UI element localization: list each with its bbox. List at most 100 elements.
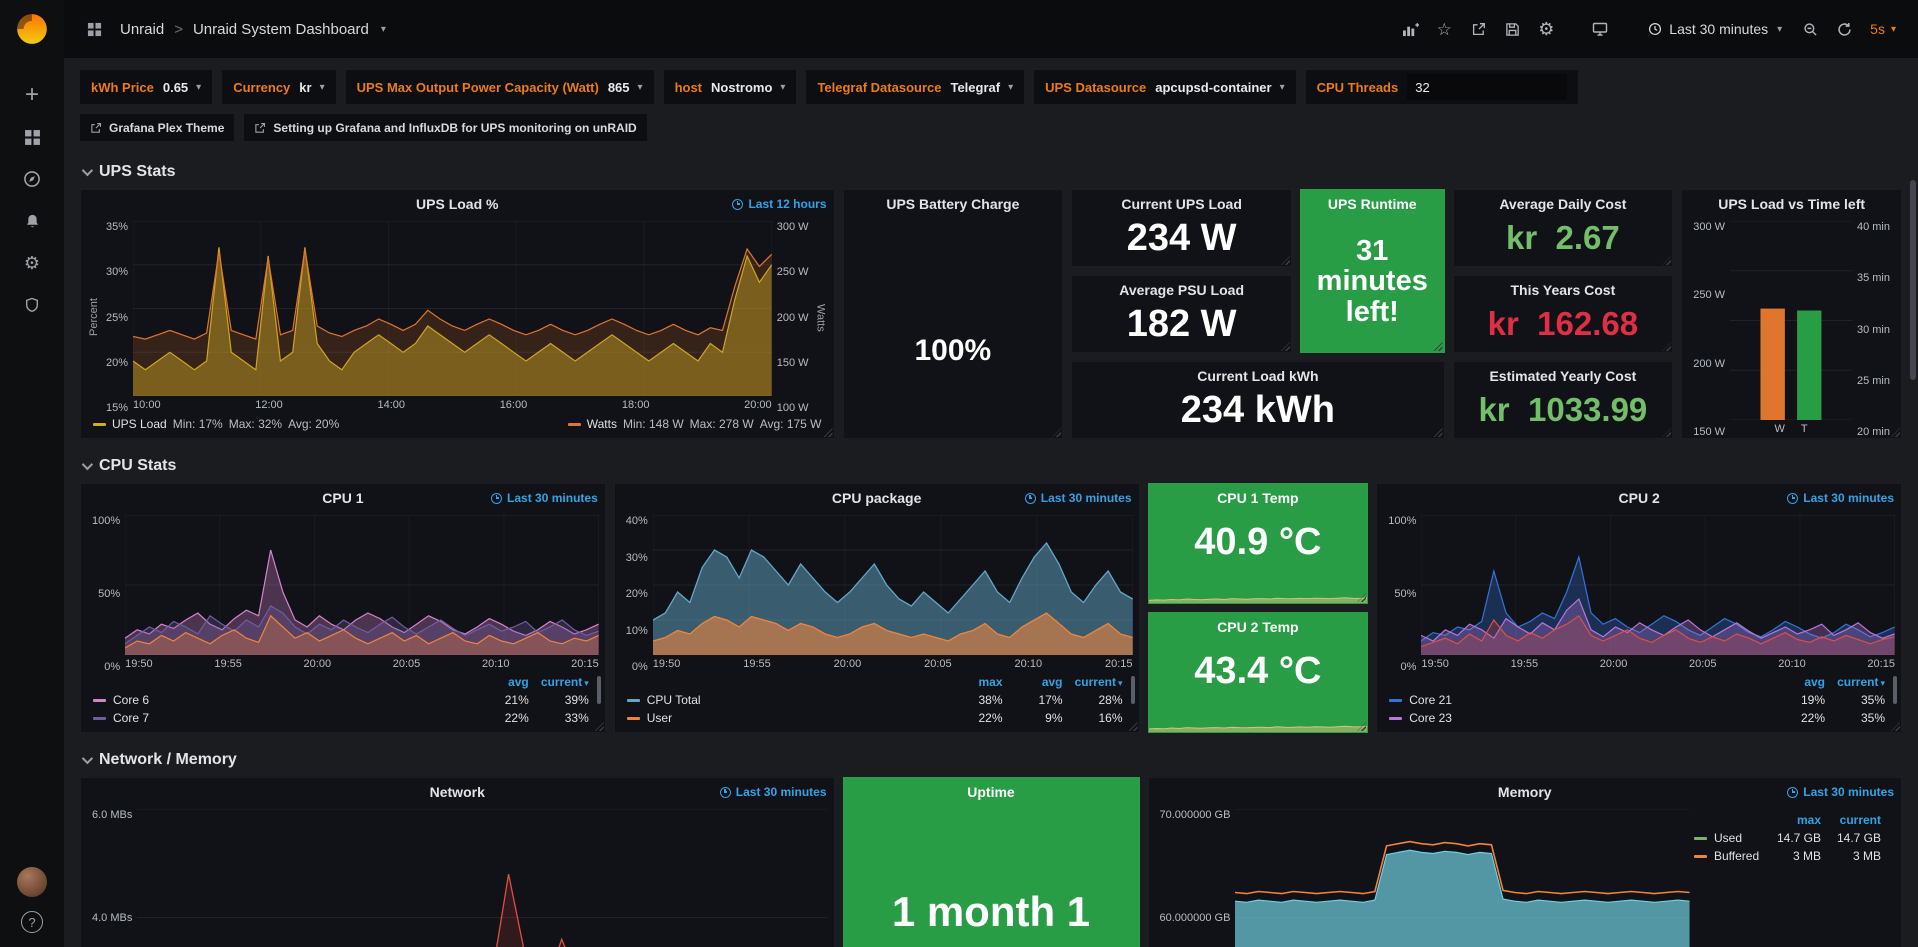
legend-sort-avg[interactable]: avg bbox=[469, 675, 529, 689]
panel-title[interactable]: UPS Load vs Time left bbox=[1718, 196, 1865, 212]
link-ups-monitoring-guide[interactable]: Setting up Grafana and InfluxDB for UPS … bbox=[244, 114, 646, 141]
apps-grid-icon[interactable] bbox=[78, 12, 110, 46]
section-ups-stats[interactable]: UPS Stats bbox=[80, 155, 1902, 189]
refresh-icon[interactable] bbox=[1828, 12, 1860, 46]
panel-title[interactable]: Memory bbox=[1498, 784, 1552, 800]
navbar: Unraid > Unraid System Dashboard ▾ ☆ bbox=[64, 0, 1918, 58]
variable-value-dropdown[interactable]: Nostromo▾ bbox=[711, 80, 785, 95]
user-avatar[interactable] bbox=[17, 867, 47, 897]
legend-series-toggle[interactable]: User bbox=[627, 711, 943, 725]
explore-compass-icon[interactable] bbox=[10, 158, 54, 200]
legend-sort-max[interactable]: max bbox=[1761, 813, 1821, 827]
panel-title[interactable]: Average PSU Load bbox=[1119, 282, 1244, 298]
legend-series-toggle[interactable]: CPU Total bbox=[627, 693, 943, 707]
breadcrumb-org[interactable]: Unraid bbox=[120, 21, 164, 38]
x-axis: 19:50 19:55 20:00 20:05 20:10 20:15 bbox=[125, 655, 599, 673]
panel-time-range[interactable]: Last 12 hours bbox=[732, 197, 826, 211]
legend-sort-current[interactable]: current bbox=[1821, 813, 1881, 827]
cpu2-chart[interactable] bbox=[1421, 515, 1895, 655]
navbar-actions: ☆ ⚙ bbox=[1394, 12, 1904, 46]
ups-vs-time-bar-chart[interactable] bbox=[1730, 221, 1852, 420]
variable-value-dropdown[interactable]: 865▾ bbox=[608, 80, 643, 95]
server-admin-shield-icon[interactable] bbox=[10, 284, 54, 326]
alerting-bell-icon[interactable] bbox=[10, 200, 54, 242]
panel-title[interactable]: Uptime bbox=[967, 784, 1014, 800]
clock-icon bbox=[1787, 493, 1798, 504]
stat-value: 31 minutes left! bbox=[1301, 217, 1444, 352]
legend-scrollbar[interactable] bbox=[1893, 676, 1897, 704]
panel-time-range[interactable]: Last 30 minutes bbox=[1787, 785, 1894, 799]
legend-sort-current[interactable]: current▾ bbox=[529, 675, 589, 689]
panel-time-range[interactable]: Last 30 minutes bbox=[1025, 491, 1132, 505]
configuration-gear-icon[interactable]: ⚙ bbox=[10, 242, 54, 284]
legend-series-toggle[interactable]: Core 21 bbox=[1389, 693, 1765, 707]
zoom-out-icon[interactable] bbox=[1794, 12, 1826, 46]
panel-title[interactable]: CPU package bbox=[832, 490, 921, 506]
panel-title[interactable]: CPU 2 Temp bbox=[1217, 619, 1298, 635]
grafana-logo[interactable] bbox=[13, 10, 51, 48]
ups-load-chart[interactable] bbox=[133, 221, 772, 396]
help-icon[interactable]: ? bbox=[21, 911, 43, 933]
dashboard-title-caret-icon[interactable]: ▾ bbox=[381, 24, 386, 35]
panel-title[interactable]: Network bbox=[430, 784, 485, 800]
panel-time-range[interactable]: Last 30 minutes bbox=[491, 491, 598, 505]
legend-sort-current[interactable]: current▾ bbox=[1825, 675, 1885, 689]
panel-title[interactable]: Estimated Yearly Cost bbox=[1489, 368, 1636, 384]
legend-sort-current[interactable]: current▾ bbox=[1063, 675, 1123, 689]
legend-row: User 22% 9% 16% bbox=[627, 709, 1123, 727]
save-icon[interactable] bbox=[1496, 12, 1528, 46]
settings-gear-icon[interactable]: ⚙ bbox=[1530, 12, 1562, 46]
y-axis-left: 70.000000 GB 60.000000 GB 50.000000 GB bbox=[1155, 809, 1236, 947]
variable-value-dropdown[interactable]: apcupsd-container▾ bbox=[1155, 80, 1284, 95]
section-network-memory[interactable]: Network / Memory bbox=[80, 743, 1902, 777]
legend-series-toggle[interactable]: Used bbox=[1694, 831, 1761, 845]
star-icon[interactable]: ☆ bbox=[1428, 12, 1460, 46]
legend-scrollbar[interactable] bbox=[1131, 676, 1135, 704]
variable-value-dropdown[interactable]: 0.65▾ bbox=[163, 80, 201, 95]
legend-sort-avg[interactable]: avg bbox=[1003, 675, 1063, 689]
panel-title[interactable]: UPS Load % bbox=[416, 196, 498, 212]
section-cpu-stats[interactable]: CPU Stats bbox=[80, 449, 1902, 483]
variable-value-dropdown[interactable]: kr▾ bbox=[299, 80, 324, 95]
page-scrollbar[interactable] bbox=[1910, 180, 1916, 380]
network-chart[interactable] bbox=[137, 809, 827, 947]
legend-series-toggle[interactable]: Core 7 bbox=[93, 711, 469, 725]
link-grafana-plex-theme[interactable]: Grafana Plex Theme bbox=[80, 114, 234, 141]
breadcrumb-separator: > bbox=[174, 21, 183, 38]
legend-series-toggle[interactable]: Core 23 bbox=[1389, 711, 1765, 725]
y-axis-right: 40 min 35 min 30 min 25 min 20 min bbox=[1852, 221, 1895, 438]
panel-title[interactable]: UPS Battery Charge bbox=[886, 196, 1019, 212]
cpu1-chart[interactable] bbox=[125, 515, 599, 655]
dashboard-title[interactable]: Unraid System Dashboard bbox=[193, 21, 369, 38]
cpu2-temp-sparkline bbox=[1149, 710, 1368, 732]
legend-series-toggle[interactable]: Buffered bbox=[1694, 849, 1761, 863]
panel-title[interactable]: CPU 2 bbox=[1619, 490, 1660, 506]
share-icon[interactable] bbox=[1462, 12, 1494, 46]
refresh-interval-picker[interactable]: 5s ▾ bbox=[1862, 12, 1904, 46]
panel-title[interactable]: This Years Cost bbox=[1510, 282, 1615, 298]
panel-time-range[interactable]: Last 30 minutes bbox=[720, 785, 827, 799]
time-range-picker[interactable]: Last 30 minutes ▾ bbox=[1638, 12, 1792, 46]
legend-series-toggle[interactable]: Core 6 bbox=[93, 693, 469, 707]
panel-time-range[interactable]: Last 30 minutes bbox=[1787, 491, 1894, 505]
cpu-threads-input[interactable] bbox=[1407, 74, 1567, 100]
cycle-view-monitor-icon[interactable] bbox=[1584, 12, 1616, 46]
panel-title[interactable]: UPS Runtime bbox=[1328, 196, 1417, 212]
legend-sort-max[interactable]: max bbox=[943, 675, 1003, 689]
panel-cpu1-graph: CPU 1 Last 30 minutes 100% 50% 0% bbox=[80, 483, 606, 733]
panel-title[interactable]: Current Load kWh bbox=[1197, 368, 1318, 384]
legend-sort-avg[interactable]: avg bbox=[1765, 675, 1825, 689]
panel-title[interactable]: Current UPS Load bbox=[1121, 196, 1242, 212]
legend-item-ups-load[interactable]: UPS Load Min: 17% Max: 32% Avg: 20% bbox=[93, 417, 339, 431]
cpu-package-chart[interactable] bbox=[653, 515, 1133, 655]
memory-chart[interactable] bbox=[1235, 809, 1690, 947]
add-panel-icon[interactable] bbox=[1394, 12, 1426, 46]
panel-title[interactable]: CPU 1 bbox=[322, 490, 363, 506]
legend-scrollbar[interactable] bbox=[597, 676, 601, 704]
dashboards-icon[interactable] bbox=[10, 116, 54, 158]
legend-item-watts[interactable]: Watts Min: 148 W Max: 278 W Avg: 175 W bbox=[568, 417, 822, 431]
panel-title[interactable]: Average Daily Cost bbox=[1499, 196, 1626, 212]
variable-value-dropdown[interactable]: Telegraf▾ bbox=[950, 80, 1013, 95]
panel-title[interactable]: CPU 1 Temp bbox=[1217, 490, 1298, 506]
create-icon[interactable]: + bbox=[10, 74, 54, 116]
